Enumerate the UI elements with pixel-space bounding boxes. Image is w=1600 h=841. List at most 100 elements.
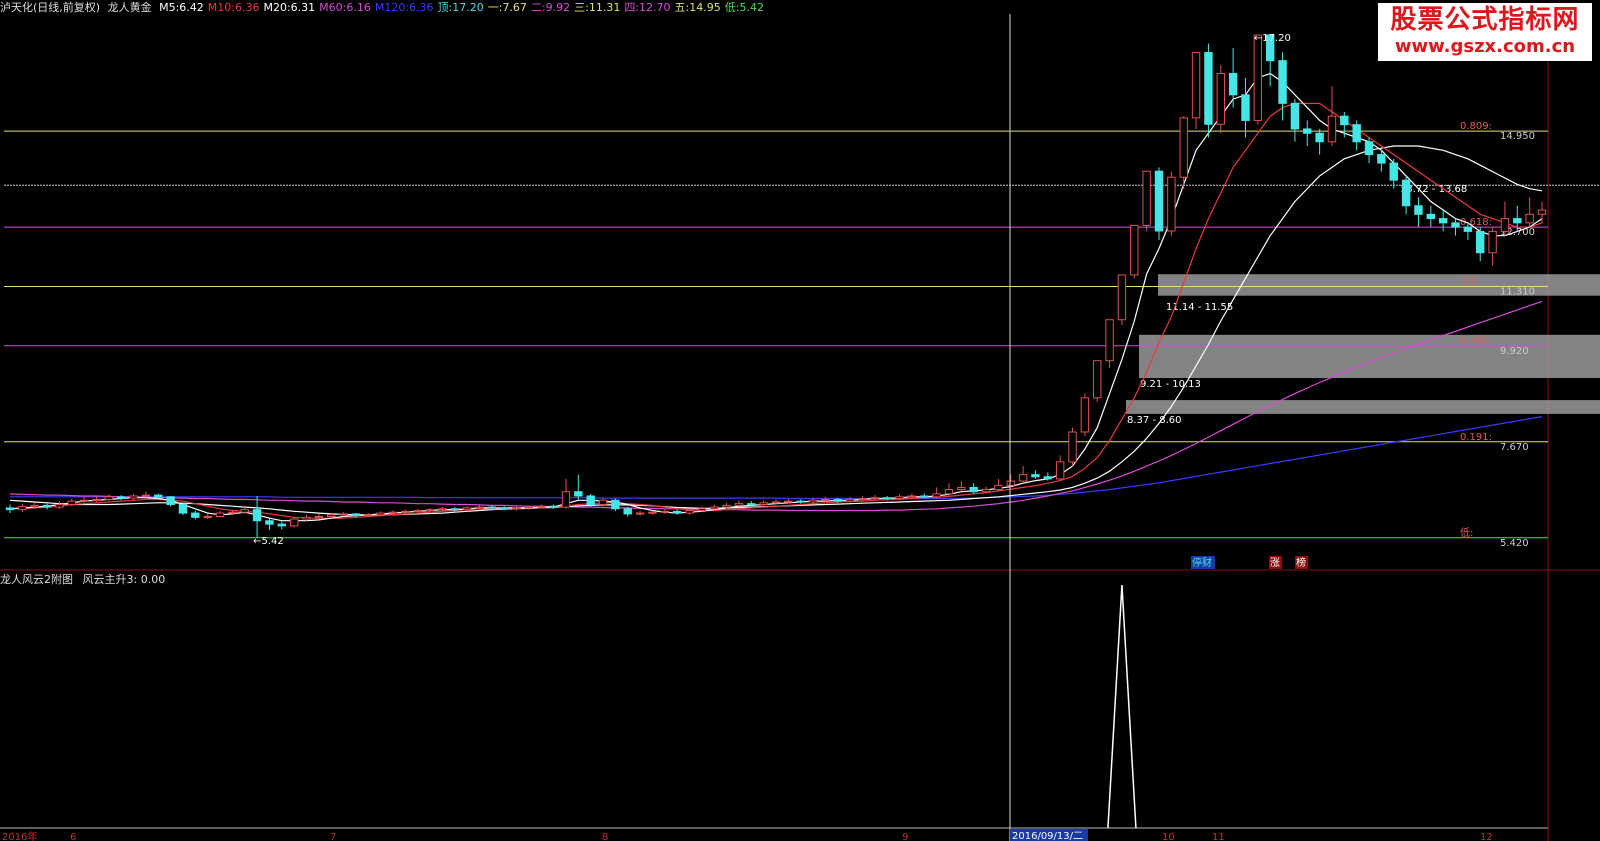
support-zone	[1126, 400, 1600, 414]
watermark-line1: 股票公式指标网	[1390, 5, 1580, 35]
candle-up	[1179, 117, 1188, 178]
candle-down	[191, 512, 200, 518]
candle-up	[1105, 319, 1114, 362]
candle-up	[1500, 218, 1510, 232]
x-axis-label: 8	[602, 832, 608, 841]
candle-up	[388, 511, 398, 514]
candle-up	[845, 498, 855, 502]
candle-down	[549, 505, 558, 508]
candle-down	[1031, 474, 1040, 478]
candle-up	[870, 497, 880, 500]
x-axis-label: 7	[330, 832, 336, 841]
candle-up	[771, 501, 781, 504]
crosshair-date: 2016/09/13/二	[1012, 831, 1083, 841]
candle-up	[858, 498, 867, 501]
candle-up	[1488, 230, 1497, 254]
fib-ratio-label: 0.382:	[1460, 336, 1492, 347]
candle-down	[1476, 230, 1485, 254]
candle-up	[141, 494, 151, 497]
fib-price-label: 14.950	[1500, 131, 1535, 142]
candle-up	[1130, 224, 1139, 276]
candle-up	[413, 509, 422, 512]
candle-up	[957, 486, 966, 491]
candle-up	[1006, 480, 1015, 486]
support-zone	[1139, 334, 1600, 379]
candle-up	[1253, 34, 1263, 121]
candle-up	[734, 503, 744, 506]
candle-down	[747, 503, 756, 506]
candle-down	[178, 504, 188, 514]
candle-down	[277, 523, 287, 527]
event-marker: 榜	[1296, 556, 1306, 569]
fib-ratio-label: 低:	[1460, 526, 1473, 539]
candle-up	[598, 499, 608, 506]
candle-up	[907, 495, 917, 498]
ma120-line	[10, 416, 1543, 500]
candle-down	[1426, 213, 1436, 220]
candle-up	[364, 514, 373, 517]
candle-up	[821, 498, 830, 501]
candle-up	[1327, 115, 1337, 143]
candle-up	[1117, 274, 1127, 321]
candle-down	[623, 508, 632, 515]
candle-up	[1216, 72, 1225, 125]
candle-up	[537, 505, 546, 508]
candle-up	[92, 498, 101, 501]
candle-up	[401, 510, 410, 513]
fib-price-label: 9.920	[1500, 346, 1529, 357]
candle-up	[660, 510, 670, 513]
candle-down	[1154, 170, 1164, 232]
candle-down	[611, 499, 620, 510]
candle-down	[1303, 128, 1312, 134]
candle-up	[228, 511, 237, 514]
candle-up	[104, 496, 114, 500]
candle-down	[1228, 72, 1238, 96]
candle-down	[1389, 162, 1398, 181]
candle-up	[67, 500, 76, 506]
candle-up	[1018, 474, 1028, 482]
candle-up	[1080, 397, 1090, 433]
candle-up	[327, 514, 336, 517]
ma5-line	[9, 72, 1543, 522]
main-chart[interactable]: 0.809:14.9500.618:12.7001/2:11.3100.382:…	[0, 0, 1600, 841]
low-label: ←5.42	[253, 536, 284, 547]
candle-down	[154, 494, 163, 498]
candle-up	[697, 508, 707, 511]
candle-up	[438, 508, 447, 511]
candle-up	[994, 484, 1003, 491]
candle-down	[1290, 102, 1300, 130]
candle-down	[1241, 94, 1250, 121]
candle-up	[55, 504, 64, 508]
candle-up	[1068, 431, 1077, 463]
candle-up	[1525, 213, 1534, 224]
candle-down	[1451, 222, 1460, 228]
candle-down	[351, 513, 361, 517]
event-marker: 涨	[1270, 557, 1280, 569]
candle-down	[1278, 60, 1287, 104]
candle-down	[1377, 154, 1386, 164]
candle-up	[289, 518, 299, 527]
candle-up	[18, 506, 27, 511]
x-axis-label: 9	[902, 832, 908, 841]
candle-up	[1093, 360, 1102, 399]
fib-price-label: 5.420	[1500, 538, 1529, 549]
candle-down	[42, 504, 52, 508]
candle-up	[1167, 176, 1176, 232]
fib-ratio-label: 0.809:	[1460, 121, 1492, 132]
candle-up	[648, 511, 657, 514]
candle-down	[487, 506, 497, 509]
sub-header: 龙人风云2附图 风云主升3: 0.00	[0, 571, 171, 587]
candle-down	[969, 486, 978, 493]
x-axis-label: 12	[1480, 832, 1493, 841]
candle-up	[524, 506, 534, 509]
high-label: ←17.20	[1254, 33, 1291, 44]
x-axis-label: 2016年	[2, 830, 37, 841]
candle-up	[710, 506, 719, 510]
candle-down	[1352, 124, 1361, 143]
candle-up	[129, 495, 138, 499]
candle-down	[1204, 52, 1213, 125]
sub-value: 风云主升3: 0.00	[82, 573, 166, 586]
candle-down	[672, 510, 682, 514]
candle-up	[1191, 52, 1201, 119]
candle-down	[252, 509, 262, 522]
